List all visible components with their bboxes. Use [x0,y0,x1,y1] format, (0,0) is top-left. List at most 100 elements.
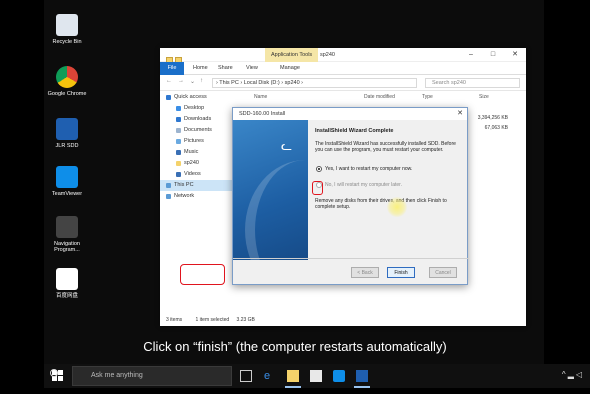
status-bar: 3 items 1 item selected 3.23 GB [160,314,526,326]
pictures-icon [176,139,181,144]
nav-item-downloads[interactable]: Downloads [160,114,232,125]
computer-icon [166,183,171,188]
desktop-folder-icon [176,106,181,111]
nav-item-quick-access[interactable]: Quick access [160,92,232,103]
video-caption: Click on “finish” (the computer restarts… [143,339,447,354]
cursor-highlight [387,197,407,217]
installer-dialog: SDD-160.00 Install ✕ ᓚ InstallShield Wiz… [232,107,469,285]
nav-label: sp240 [184,160,199,166]
recent-chevron-icon[interactable]: ⌄ [190,78,195,85]
volume-icon[interactable]: ◁ [576,370,584,379]
dialog-footer: < Back Finish Cancel [233,258,469,284]
status-size: 3.23 GB [236,317,255,323]
address-input[interactable]: › This PC › Local Disk (D:) › sp240 › [212,78,417,88]
finish-button[interactable]: Finish [387,267,415,278]
search-input[interactable]: Search sp240 [425,78,520,88]
recycle-bin-shortcut[interactable]: Recycle Bin [44,14,90,45]
recycle-bin-icon [56,14,78,36]
system-tray: ^▂◁ [562,370,584,379]
music-icon [176,150,181,155]
teamviewer-icon [56,166,78,188]
nav-label: This PC [174,182,194,188]
jlr-sdd-icon [56,118,78,140]
nav-item-documents[interactable]: Documents [160,125,232,136]
nav-label: Documents [184,127,212,133]
desktop-icon-label: TeamViewer [51,191,83,197]
restart-later-label: No, I will restart my computer later. [325,181,402,188]
restart-now-option[interactable]: Yes, I want to restart my computer now. [315,164,465,174]
teamviewer-taskbar-icon[interactable] [333,370,345,382]
tab-share[interactable]: Share [218,62,233,75]
file-size: 3,394,256 KB [477,115,508,121]
banner-sweep [245,160,308,260]
tab-home[interactable]: Home [193,62,208,75]
taskbar: Ask me anything e ^▂◁ [44,364,590,388]
restart-now-label: Yes, I want to restart my computer now. [325,165,413,172]
column-header-name[interactable]: Name [254,94,267,100]
column-header-type[interactable]: Type [422,94,433,100]
back-arrow-icon[interactable]: ← [166,78,172,84]
teamviewer-shortcut[interactable]: TeamViewer [44,166,90,197]
chrome-icon [56,66,78,88]
file-explorer-icon[interactable] [285,370,301,388]
window-title: sp240 [320,52,335,58]
minimize-button[interactable]: – [460,48,482,62]
nav-label: Pictures [184,138,204,144]
baidu-netdisk-shortcut[interactable]: 百度网盘 [44,268,90,299]
radio-selected-icon[interactable] [316,165,322,172]
nav-item-videos[interactable]: Videos [160,169,232,180]
nav-label: Downloads [184,116,212,122]
restart-later-option[interactable]: No, I will restart my computer later. [315,180,465,190]
installshield-logo-icon: ᓚ [281,138,293,153]
installshield-banner: ᓚ [233,120,308,260]
address-bar-row: ← → ⌄ ↑ › This PC › Local Disk (D:) › sp… [160,75,526,91]
desktop-icon-label: Navigation Program... [54,241,80,253]
nav-item-sp240[interactable]: sp240 [160,158,232,169]
cortana-icon [50,369,58,377]
video-icon [176,172,181,177]
column-header-row: Name Date modified Type Size [234,92,524,102]
dialog-titlebar: SDD-160.00 Install ✕ [233,108,467,120]
network-icon [166,194,171,199]
taskbar-search-input[interactable]: Ask me anything [72,366,232,386]
status-item-count: 3 items [166,317,183,323]
column-header-date[interactable]: Date modified [364,94,395,100]
task-view-icon[interactable] [240,370,252,382]
desktop-icon-label: 百度网盘 [55,293,78,299]
nav-label: Music [184,149,199,155]
maximize-button[interactable]: □ [482,48,504,62]
close-button[interactable]: ✕ [504,48,526,62]
tab-view[interactable]: View [246,62,258,75]
document-icon [176,128,181,133]
dialog-heading: InstallShield Wizard Complete [315,128,394,134]
nav-item-music[interactable]: Music [160,147,232,158]
back-button[interactable]: < Back [351,267,379,278]
installer-taskbar-icon[interactable] [354,370,370,388]
up-arrow-icon[interactable]: ↑ [200,78,203,84]
tab-file[interactable]: File [160,62,184,75]
forward-arrow-icon[interactable]: → [178,78,184,84]
close-icon[interactable]: ✕ [457,108,463,120]
cancel-button[interactable]: Cancel [429,267,457,278]
jlr-sdd-shortcut[interactable]: JLR SDD [44,118,90,149]
column-header-size[interactable]: Size [479,94,489,100]
navigation-program-icon [56,216,78,238]
quick-access-toolbar [166,51,206,64]
edge-icon[interactable]: e [264,370,276,382]
nav-item-network[interactable]: Network [160,191,232,202]
tab-manage[interactable]: Manage [280,62,300,75]
download-icon [176,117,181,122]
nav-label: Videos [184,171,201,177]
nav-item-pictures[interactable]: Pictures [160,136,232,147]
desktop-icon-label: Recycle Bin [52,39,82,45]
navigation-program-shortcut[interactable]: Navigation Program... [44,216,90,253]
wifi-icon[interactable]: ▂ [568,370,576,379]
dialog-message: The InstallShield Wizard has successfull… [315,140,456,154]
status-selected: 1 item selected [195,317,230,323]
chrome-shortcut[interactable]: Google Chrome [44,66,90,97]
nav-label: Network [174,193,195,199]
store-icon[interactable] [310,370,322,382]
nav-item-desktop[interactable]: Desktop [160,103,232,114]
nav-item-this-pc[interactable]: This PC [160,180,232,191]
folder-icon [176,161,181,166]
